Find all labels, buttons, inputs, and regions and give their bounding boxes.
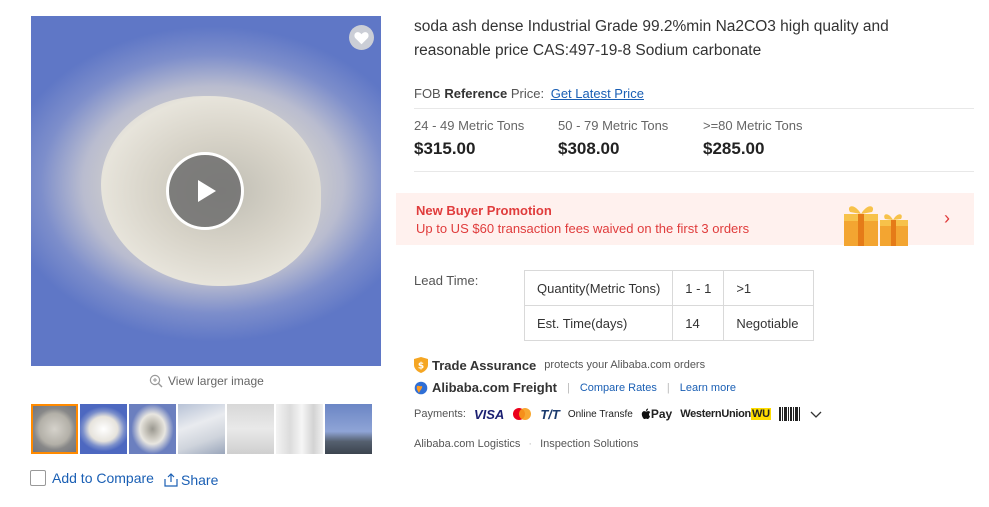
apple-pay-icon: Pay [641, 405, 672, 423]
table-cell: 14 [672, 305, 725, 341]
fob-reference: Reference [444, 86, 508, 101]
table-cell: Negotiable [723, 305, 815, 341]
table-row: Quantity(Metric Tons) 1 - 1 >1 [523, 270, 815, 306]
table-cell: Quantity(Metric Tons) [523, 270, 674, 306]
lead-time-label: Lead Time: [414, 273, 479, 288]
thumbnail-strip [31, 404, 372, 454]
apple-icon [641, 408, 651, 419]
heart-icon [354, 31, 369, 44]
separator: | [566, 381, 570, 394]
compare-rates-link[interactable]: Compare Rates [580, 382, 657, 394]
logistics-link[interactable]: Alibaba.com Logistics [414, 438, 520, 450]
thumbnail[interactable] [178, 404, 225, 454]
share-icon [164, 473, 178, 487]
trade-assurance[interactable]: $ Trade Assurance protects your Alibaba.… [414, 357, 705, 373]
chevron-right-icon[interactable]: › [944, 208, 950, 229]
separator: · [528, 438, 533, 450]
boleto-barcode-icon [778, 407, 800, 421]
alibaba-freight: Alibaba.com Freight | Compare Rates | Le… [414, 380, 736, 395]
fob-price-label: Price: [510, 86, 545, 101]
globe-icon [414, 381, 428, 394]
lead-time-table: Quantity(Metric Tons) 1 - 1 >1 Est. Time… [523, 270, 815, 341]
apple-pay-label: Pay [650, 407, 673, 421]
promotion-heading: New Buyer Promotion [416, 203, 552, 218]
table-cell: Est. Time(days) [523, 305, 674, 341]
shield-icon: $ [414, 357, 428, 373]
trade-assurance-title: Trade Assurance [432, 357, 537, 373]
compare-checkbox[interactable] [30, 470, 46, 486]
play-icon [198, 180, 216, 202]
trade-assurance-text: protects your Alibaba.com orders [544, 359, 706, 371]
payment-methods: Payments: VISA T/T Online Transfe Pay We… [414, 405, 823, 423]
price-tier: >=80 Metric Tons $285.00 [703, 118, 802, 159]
view-larger-label: View larger image [168, 374, 264, 388]
favorite-button[interactable] [349, 25, 374, 50]
share-button[interactable]: Share [163, 472, 218, 488]
thumbnail[interactable] [276, 404, 323, 454]
table-cell: >1 [723, 270, 815, 306]
promotion-subtext: Up to US $60 transaction fees waived on … [416, 221, 750, 236]
thumbnail[interactable] [227, 404, 274, 454]
divider [414, 171, 974, 172]
add-to-compare-label[interactable]: Add to Compare [52, 470, 154, 486]
share-label[interactable]: Share [181, 472, 218, 488]
svg-text:$: $ [418, 362, 424, 372]
price-tier: 50 - 79 Metric Tons $308.00 [558, 118, 668, 159]
chevron-down-icon[interactable] [809, 409, 823, 419]
tier-price: $308.00 [558, 139, 620, 158]
tier-quantity: >=80 Metric Tons [703, 118, 803, 133]
thumbnail[interactable] [31, 404, 78, 454]
tier-quantity: 24 - 49 Metric Tons [414, 118, 525, 133]
new-buyer-promotion-banner[interactable]: New Buyer Promotion Up to US $60 transac… [396, 193, 974, 246]
tier-price: $285.00 [703, 139, 765, 158]
logistics-links: Alibaba.com Logistics · Inspection Solut… [414, 438, 639, 450]
wu-badge: WU [750, 408, 771, 420]
learn-more-link[interactable]: Learn more [680, 382, 736, 394]
visa-icon: VISA [473, 406, 505, 422]
gift-box-icon [844, 206, 908, 246]
payments-label: Payments: [414, 408, 466, 420]
thumbnail[interactable] [80, 404, 127, 454]
price-tier: 24 - 49 Metric Tons $315.00 [414, 118, 524, 159]
table-row: Est. Time(days) 14 Negotiable [523, 305, 815, 341]
separator: | [666, 381, 670, 394]
divider [414, 108, 974, 109]
fob-reference-price: FOB Reference Price: Get Latest Price [414, 86, 644, 101]
tier-quantity: 50 - 79 Metric Tons [558, 118, 669, 133]
tier-price: $315.00 [414, 139, 476, 158]
western-union-label: WesternUnion [680, 408, 751, 420]
add-to-compare[interactable]: Add to Compare [30, 470, 154, 486]
inspection-link[interactable]: Inspection Solutions [540, 438, 638, 450]
product-title: soda ash dense Industrial Grade 99.2%min… [414, 18, 889, 59]
online-transfer-icon: Online Transfe [567, 408, 633, 420]
table-cell: 1 - 1 [672, 270, 725, 306]
mastercard-icon [513, 408, 532, 420]
tt-icon: T/T [540, 406, 560, 422]
zoom-icon [149, 374, 163, 388]
play-video-button[interactable] [166, 152, 244, 230]
view-larger-image[interactable]: View larger image [149, 372, 264, 390]
get-latest-price-link[interactable]: Get Latest Price [551, 86, 644, 101]
western-union-icon: WesternUnion WU [680, 405, 771, 423]
fob-prefix: FOB [414, 86, 441, 101]
thumbnail[interactable] [325, 404, 372, 454]
thumbnail[interactable] [129, 404, 176, 454]
freight-title: Alibaba.com Freight [432, 380, 557, 395]
